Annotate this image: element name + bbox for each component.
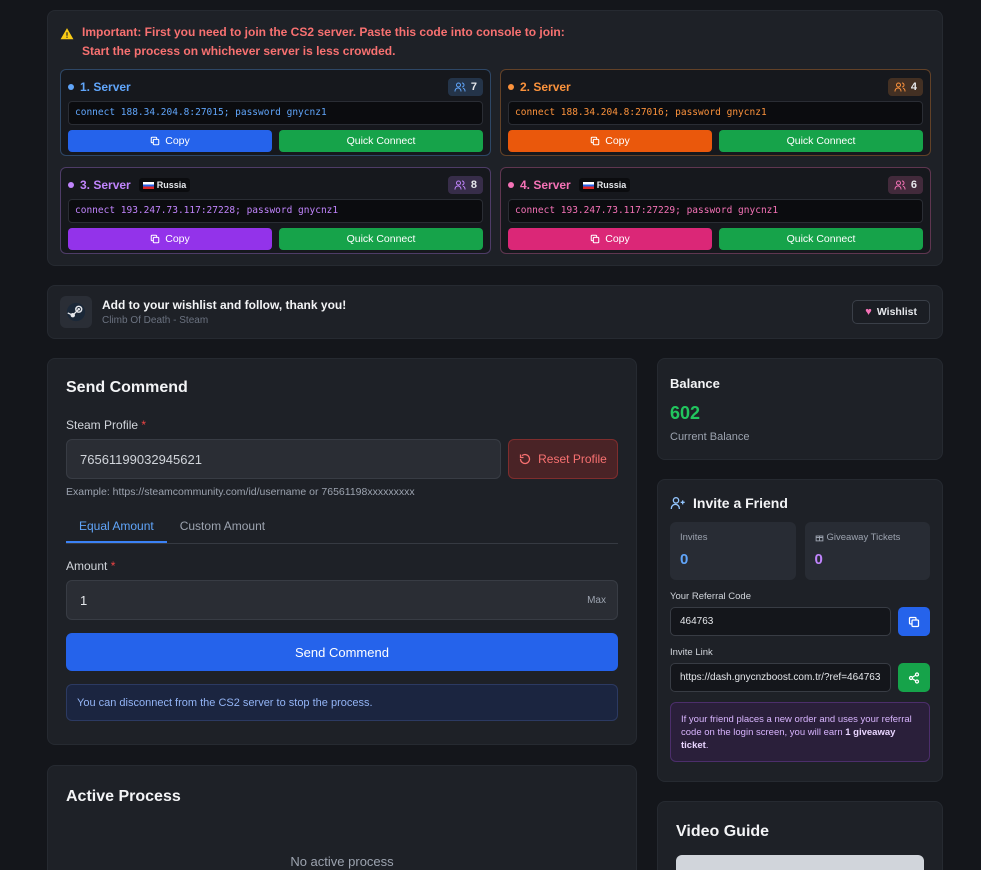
connect-command[interactable]: connect 193.247.73.117:27228; password g…	[68, 199, 483, 223]
copy-icon	[908, 616, 920, 627]
server-card: 3. Server Russia 8 connect 193.247.73.11…	[60, 167, 491, 254]
status-dot	[68, 84, 74, 90]
tab-equal-amount[interactable]: Equal Amount	[66, 514, 167, 543]
wishlist-button-label: Wishlist	[876, 306, 917, 318]
invite-link-field[interactable]: https://dash.gnycnzboost.com.tr/?ref=464…	[670, 663, 892, 692]
disconnect-info: You can disconnect from the CS2 server t…	[66, 684, 618, 721]
player-count-badge: 6	[887, 176, 923, 194]
invite-title: Invite a Friend	[693, 495, 788, 511]
quick-connect-button[interactable]: Quick Connect	[719, 228, 923, 250]
send-commend-button[interactable]: Send Commend	[66, 633, 618, 671]
user-plus-icon	[670, 497, 685, 509]
server-card: 1. Server 7 connect 188.34.204.8:27015; …	[60, 69, 491, 156]
wishlist-title: Add to your wishlist and follow, thank y…	[102, 298, 347, 312]
server-name: 2. Server	[508, 80, 571, 94]
active-process-title: Active Process	[66, 788, 181, 805]
player-count-badge: 4	[887, 78, 923, 96]
gift-icon	[815, 535, 823, 542]
server-card: 2. Server 4 connect 188.34.204.8:27016; …	[500, 69, 931, 156]
warning-line-1: Important: First you need to join the CS…	[82, 25, 565, 39]
server-name: 1. Server	[68, 80, 131, 94]
users-icon	[894, 82, 906, 92]
copy-icon	[590, 136, 600, 146]
tickets-stat: Giveaway Tickets 0	[804, 522, 930, 580]
server-grid: 1. Server 7 connect 188.34.204.8:27015; …	[60, 69, 931, 254]
copy-code-button[interactable]	[898, 607, 930, 636]
server-name: 3. Server Russia	[68, 178, 191, 192]
heart-icon: ♥	[865, 306, 872, 318]
no-active-process: No active process	[290, 854, 394, 869]
max-button[interactable]: Max	[587, 595, 606, 606]
balance-panel: Balance 602 Current Balance	[657, 358, 943, 460]
copy-command-button[interactable]: Copy	[68, 130, 272, 152]
status-dot	[508, 182, 514, 188]
server-name: 4. Server Russia	[508, 178, 631, 192]
wishlist-subtitle: Climb Of Death - Steam	[102, 315, 209, 326]
server-card: 4. Server Russia 6 connect 193.247.73.11…	[500, 167, 931, 254]
quick-connect-button[interactable]: Quick Connect	[279, 130, 483, 152]
russia-flag-icon	[142, 181, 154, 189]
referral-note: If your friend places a new order and us…	[670, 702, 930, 762]
status-dot	[508, 84, 514, 90]
flag-badge: Russia	[138, 178, 191, 192]
users-icon	[454, 180, 466, 190]
balance-caption: Current Balance	[670, 431, 750, 443]
warning-banner: Important: First you need to join the CS…	[60, 23, 930, 61]
video-player[interactable]	[676, 855, 924, 870]
copy-icon	[150, 234, 160, 244]
referral-code-label: Your Referral Code	[670, 591, 751, 602]
amount-label: Amount *	[66, 559, 116, 573]
users-icon	[454, 82, 466, 92]
referral-code-field[interactable]: 464763	[670, 607, 892, 636]
quick-connect-button[interactable]: Quick Connect	[279, 228, 483, 250]
copy-icon	[590, 234, 600, 244]
share-link-button[interactable]	[898, 663, 930, 692]
player-count-badge: 7	[447, 78, 483, 96]
reset-profile-button[interactable]: Reset Profile	[508, 439, 618, 479]
wishlist-button[interactable]: ♥ Wishlist	[852, 300, 930, 324]
tab-custom-amount[interactable]: Custom Amount	[167, 514, 278, 543]
warning-line-2: Start the process on whichever server is…	[82, 44, 396, 58]
profile-example: Example: https://steamcommunity.com/id/u…	[66, 486, 415, 498]
reset-icon	[520, 453, 531, 465]
balance-title: Balance	[670, 376, 720, 391]
share-icon	[908, 671, 920, 684]
steam-profile-label: Steam Profile *	[66, 418, 147, 432]
player-count-badge: 8	[447, 176, 483, 194]
video-guide-title: Video Guide	[676, 823, 770, 840]
steam-profile-input[interactable]: 76561199032945621	[66, 439, 501, 479]
status-dot	[68, 182, 74, 188]
amount-input[interactable]: 1 Max	[66, 580, 618, 620]
video-guide-panel: Video Guide	[657, 801, 943, 870]
active-process-panel: Active Process No active process	[47, 765, 637, 870]
connect-command[interactable]: connect 188.34.204.8:27015; password gny…	[68, 101, 483, 125]
copy-command-button[interactable]: Copy	[68, 228, 272, 250]
copy-command-button[interactable]: Copy	[508, 228, 712, 250]
steam-icon	[60, 296, 92, 328]
copy-icon	[150, 136, 160, 146]
invites-stat: Invites 0	[670, 522, 796, 580]
wishlist-banner: Add to your wishlist and follow, thank y…	[47, 285, 943, 339]
server-panel: Important: First you need to join the CS…	[47, 10, 943, 266]
send-commend-title: Send Commend	[66, 379, 188, 396]
copy-command-button[interactable]: Copy	[508, 130, 712, 152]
russia-flag-icon	[582, 181, 594, 189]
warning-icon	[60, 28, 74, 40]
balance-value: 602	[670, 403, 701, 423]
users-icon	[894, 180, 906, 190]
send-commend-panel: Send Commend Steam Profile * 76561199032…	[47, 358, 637, 745]
connect-command[interactable]: connect 193.247.73.117:27229; password g…	[508, 199, 923, 223]
connect-command[interactable]: connect 188.34.204.8:27016; password gny…	[508, 101, 923, 125]
invite-panel: Invite a Friend Invites 0 Giveaway Ticke…	[657, 479, 943, 782]
invite-link-label: Invite Link	[670, 647, 713, 658]
flag-badge: Russia	[578, 178, 631, 192]
amount-tabs: Equal Amount Custom Amount	[66, 514, 618, 544]
quick-connect-button[interactable]: Quick Connect	[719, 130, 923, 152]
